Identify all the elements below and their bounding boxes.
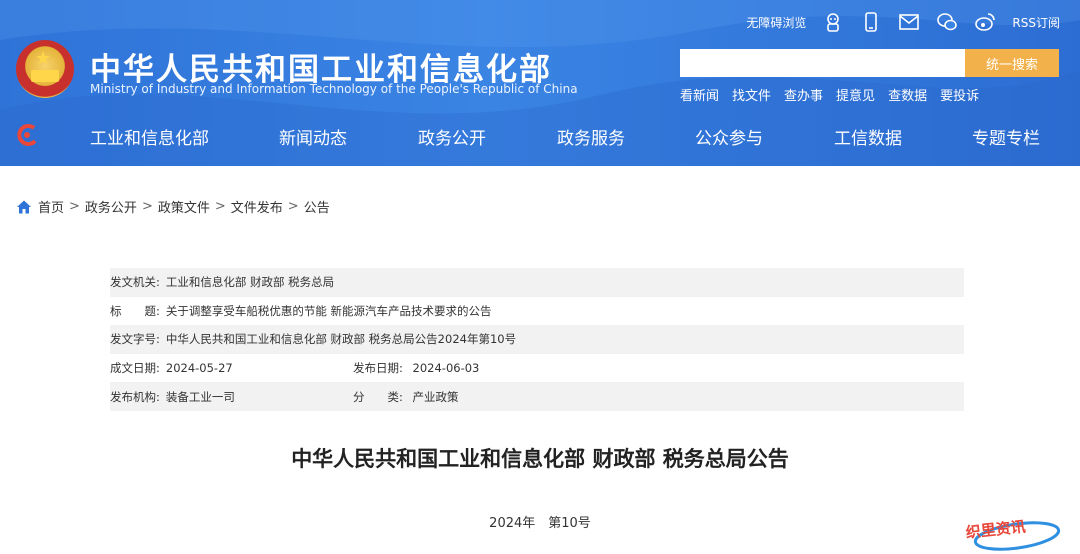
meta-row-dates: 成文日期: 2024-05-27 发布日期: 2024-06-03 xyxy=(110,354,964,383)
breadcrumb-separator: > xyxy=(214,199,226,214)
meta-published-group: 发布日期: 2024-06-03 xyxy=(353,360,479,376)
breadcrumb-gov-affairs[interactable]: 政务公开 xyxy=(85,197,137,216)
nav-item-ministry[interactable]: 工业和信息化部 xyxy=(90,124,209,149)
breadcrumb-file-release[interactable]: 文件发布 xyxy=(231,197,283,216)
quick-link-data[interactable]: 查数据 xyxy=(888,85,927,104)
home-icon xyxy=(17,200,31,213)
meta-value-doc-no: 中华人民共和国工业和信息化部 财政部 税务总局公告2024年第10号 xyxy=(165,332,517,347)
meta-label: 发布日期: xyxy=(353,361,403,376)
meta-value-category: 产业政策 xyxy=(412,389,459,404)
quick-link-news[interactable]: 看新闻 xyxy=(680,85,719,104)
meta-label: 分 类: xyxy=(353,389,403,404)
meta-value-issuer: 工业和信息化部 财政部 税务总局 xyxy=(165,275,335,290)
quick-link-files[interactable]: 找文件 xyxy=(732,85,771,104)
quick-links: 看新闻 找文件 查办事 提意见 查数据 要投诉 xyxy=(680,85,979,104)
meta-label: 发布机构: xyxy=(110,389,160,404)
breadcrumb-separator: > xyxy=(287,199,299,214)
mail-icon[interactable] xyxy=(898,11,920,33)
document-number: 2024年 第10号 xyxy=(489,516,591,531)
breadcrumb-separator: > xyxy=(69,199,80,214)
quick-link-feedback[interactable]: 提意见 xyxy=(836,85,875,104)
meta-row-org: 发布机构: 装备工业一司 分 类: 产业政策 xyxy=(110,382,964,411)
national-emblem-logo[interactable]: ★ xyxy=(16,40,74,98)
meta-value-created: 2024-05-27 xyxy=(165,361,233,376)
breadcrumb-policy-files[interactable]: 政策文件 xyxy=(158,197,210,216)
breadcrumb-separator: > xyxy=(141,199,153,214)
nav-item-topics[interactable]: 专题专栏 xyxy=(972,124,1040,149)
meta-value-published: 2024-06-03 xyxy=(412,361,480,376)
quick-link-services[interactable]: 查办事 xyxy=(784,85,823,104)
document-title: 中华人民共和国工业和信息化部 财政部 税务总局公告 xyxy=(291,447,789,471)
meta-row-title: 标 题: 关于调整享受车船税优惠的节能 新能源汽车产品技术要求的公告 xyxy=(110,297,964,326)
nav-item-public[interactable]: 公众参与 xyxy=(695,124,763,149)
nav-item-gov-affairs[interactable]: 政务公开 xyxy=(418,124,486,149)
meta-label: 发文机关: xyxy=(110,275,160,290)
site-header: ★ 中华人民共和国工业和信息化部 Ministry of Industry an… xyxy=(0,0,1080,166)
accessibility-link[interactable]: 无障碍浏览 xyxy=(746,14,806,31)
miit-logo-icon[interactable] xyxy=(14,122,40,148)
watermark-text: 织里资讯 xyxy=(965,518,1027,542)
nav-item-data[interactable]: 工信数据 xyxy=(834,124,902,149)
meta-label: 成文日期: xyxy=(110,361,160,376)
search-input[interactable] xyxy=(680,49,965,77)
meta-row-issuer: 发文机关: 工业和信息化部 财政部 税务总局 xyxy=(110,268,964,297)
utility-bar: 无障碍浏览 RSS订阅 xyxy=(746,8,1060,36)
weibo-icon[interactable] xyxy=(974,11,996,33)
breadcrumb-notice[interactable]: 公告 xyxy=(304,197,330,216)
rss-link[interactable]: RSS订阅 xyxy=(1012,14,1060,31)
mobile-icon[interactable] xyxy=(860,11,882,33)
main-nav: 工业和信息化部 新闻动态 政务公开 政务服务 公众参与 工信数据 专题专栏 xyxy=(0,118,1080,158)
breadcrumb-home[interactable]: 首页 xyxy=(38,197,64,216)
quick-link-complaint[interactable]: 要投诉 xyxy=(940,85,979,104)
watermark-logo: 织里资讯 xyxy=(965,518,1061,551)
search-button[interactable]: 统一搜索 xyxy=(965,49,1059,77)
nav-item-news[interactable]: 新闻动态 xyxy=(279,124,347,149)
meta-category-group: 分 类: 产业政策 xyxy=(353,389,459,405)
wechat-icon[interactable] xyxy=(936,11,958,33)
meta-value-title: 关于调整享受车船税优惠的节能 新能源汽车产品技术要求的公告 xyxy=(165,303,492,318)
breadcrumb: 首页 > 政务公开 > 政策文件 > 文件发布 > 公告 xyxy=(16,197,330,216)
meta-row-doc-no: 发文字号: 中华人民共和国工业和信息化部 财政部 税务总局公告2024年第10号 xyxy=(110,325,964,354)
nav-item-gov-services[interactable]: 政务服务 xyxy=(557,124,625,149)
robot-icon[interactable] xyxy=(822,11,844,33)
document-meta-table: 发文机关: 工业和信息化部 财政部 税务总局 标 题: 关于调整享受车船税优惠的… xyxy=(110,268,964,411)
site-subtitle: Ministry of Industry and Information Tec… xyxy=(90,82,578,96)
meta-label: 标 题: xyxy=(110,303,160,318)
meta-value-org: 装备工业一司 xyxy=(165,389,235,404)
meta-label: 发文字号: xyxy=(110,332,160,347)
